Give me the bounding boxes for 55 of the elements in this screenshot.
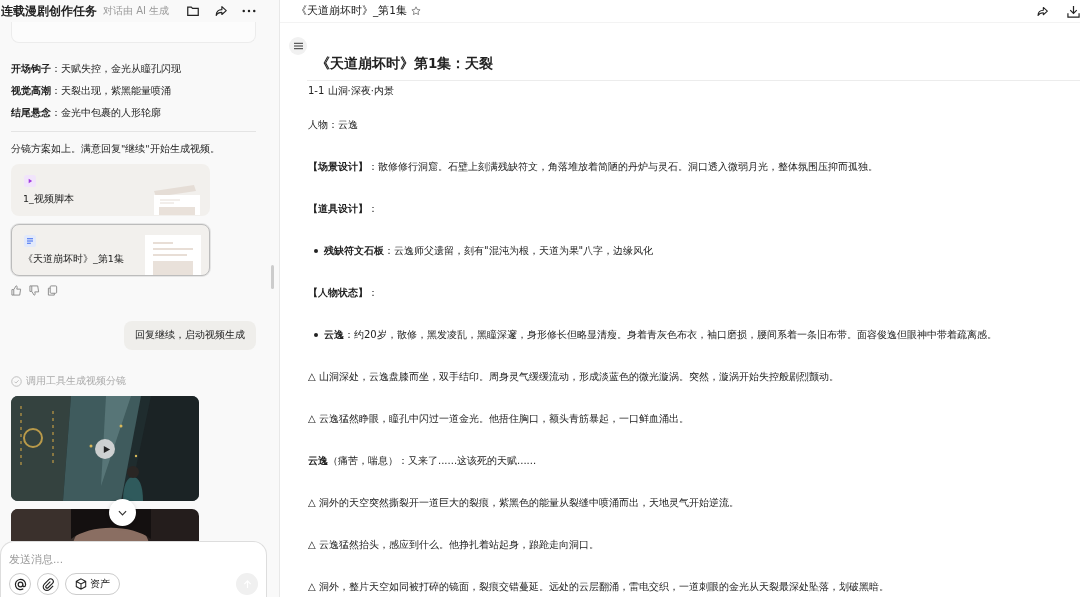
share-icon[interactable] [214,4,228,18]
list-item: 残缺符文石板：云逸师父遗留，刻有"混沌为根，天道为果"八字，边缘风化 [324,244,654,258]
hook-line: 开场钩子：天赋失控，金光从瞳孔闪现 [11,62,182,76]
script-paragraph: △ 云逸猛然抬头，感应到什么。他挣扎着站起身，踉跄走向洞口。 [308,538,600,552]
bullet-dot [314,249,318,253]
scene-heading: 1-1 山洞·深夜·内景 [308,84,395,98]
chat-title: 连载漫剧创作任务 [1,2,97,20]
folder-icon[interactable] [186,4,200,18]
thumbs-down-icon[interactable] [29,285,40,296]
check-circle-icon [11,375,22,387]
hook-line: 视觉高潮：天裂出现，紫黑能量喷涌 [11,84,172,98]
play-icon [23,175,37,187]
document-icon [23,235,37,247]
script-paragraph: 【道具设计】： [308,202,379,216]
script-paragraph: 人物：云逸 [308,118,359,132]
list-item: 云逸：约20岁，散修，黑发凌乱，黑瞳深邃，身形修长但略显清瘦。身着青灰色布衣，袖口磨损，腰间系着一条旧布带。面容俊逸但眼神中带着疏离感。 [324,328,997,342]
copy-icon[interactable] [47,285,58,296]
more-icon[interactable] [242,8,256,14]
bullet-dot [314,333,318,337]
chat-subtitle: 对话由 AI 生成 [103,4,170,18]
file-name: 《天道崩坏时》_第1集 [23,253,124,266]
thumbs-up-icon[interactable] [11,285,22,296]
scrollbar-thumb[interactable] [271,265,274,289]
assistant-message: 分镜方案如上。满意回复"继续"开始生成视频。 [11,142,221,156]
clapperboard-icon [151,183,201,215]
play-icon [101,444,111,454]
chevron-down-icon [118,509,127,516]
script-paragraph: △ 云逸猛然睁眼，瞳孔中闪过一道金光。他捂住胸口，额头青筋暴起，一口鲜血涌出。 [308,412,690,426]
mention-button[interactable] [9,573,31,595]
script-paragraph: 【场景设计】：散修修行洞窟。石壁上刻满残缺符文，角落堆放着简陋的丹炉与灵石。洞口透入微弱月光，整体氛围压抑而孤独。 [308,160,879,174]
download-icon[interactable] [1067,4,1080,18]
script-paragraph: 云逸（痛苦，喘息）：又来了......这该死的天赋...... [308,454,538,468]
file-card[interactable]: 《天道崩坏时》_第1集 [11,224,210,276]
script-paragraph: △ 山洞深处，云逸盘膝而坐，双手结印。周身灵气缓缓流动，形成淡蓝色的微光漩涡。突然，漩涡开始失控般剧烈颤动。 [308,370,840,384]
menu-icon [293,42,303,50]
document-thumbnail [145,235,201,275]
script-paragraph: △ 洞外，整片天空如同被打碎的镜面，裂痕交错蔓延。远处的云层翻涌，雷电交织，一道刺眼的金光从天裂最深处坠落，划破黑暗。 [308,580,890,594]
at-icon [13,577,27,591]
hook-line: 结尾悬念：金光中包裹的人形轮廓 [11,106,162,120]
document-tab-title: 《天道崩坏时》_第1集 [296,4,407,18]
attach-button[interactable] [37,573,59,595]
document-title: 《天道崩坏时》第1集：天裂 [316,54,494,72]
script-paragraph: △ 洞外的天空突然撕裂开一道巨大的裂痕，紫黑色的能量从裂缝中喷涌而出，天地灵气开始逆流。 [308,496,740,510]
user-message: 回复继续，启动视频生成 [124,321,256,350]
cube-icon [75,578,87,590]
paperclip-icon [41,577,55,591]
message-input[interactable]: 发送消息... 资产 [0,541,267,597]
share-icon[interactable] [1036,4,1049,18]
tool-status: 调用工具生成视频分镜 [26,374,126,388]
file-card[interactable]: 1_视频脚本 [11,164,210,216]
star-icon[interactable] [410,6,421,16]
asset-button[interactable]: 资产 [65,573,120,595]
file-name: 1_视频脚本 [23,193,74,206]
script-paragraph: 【人物状态】： [308,286,379,300]
menu-button[interactable] [289,37,307,55]
